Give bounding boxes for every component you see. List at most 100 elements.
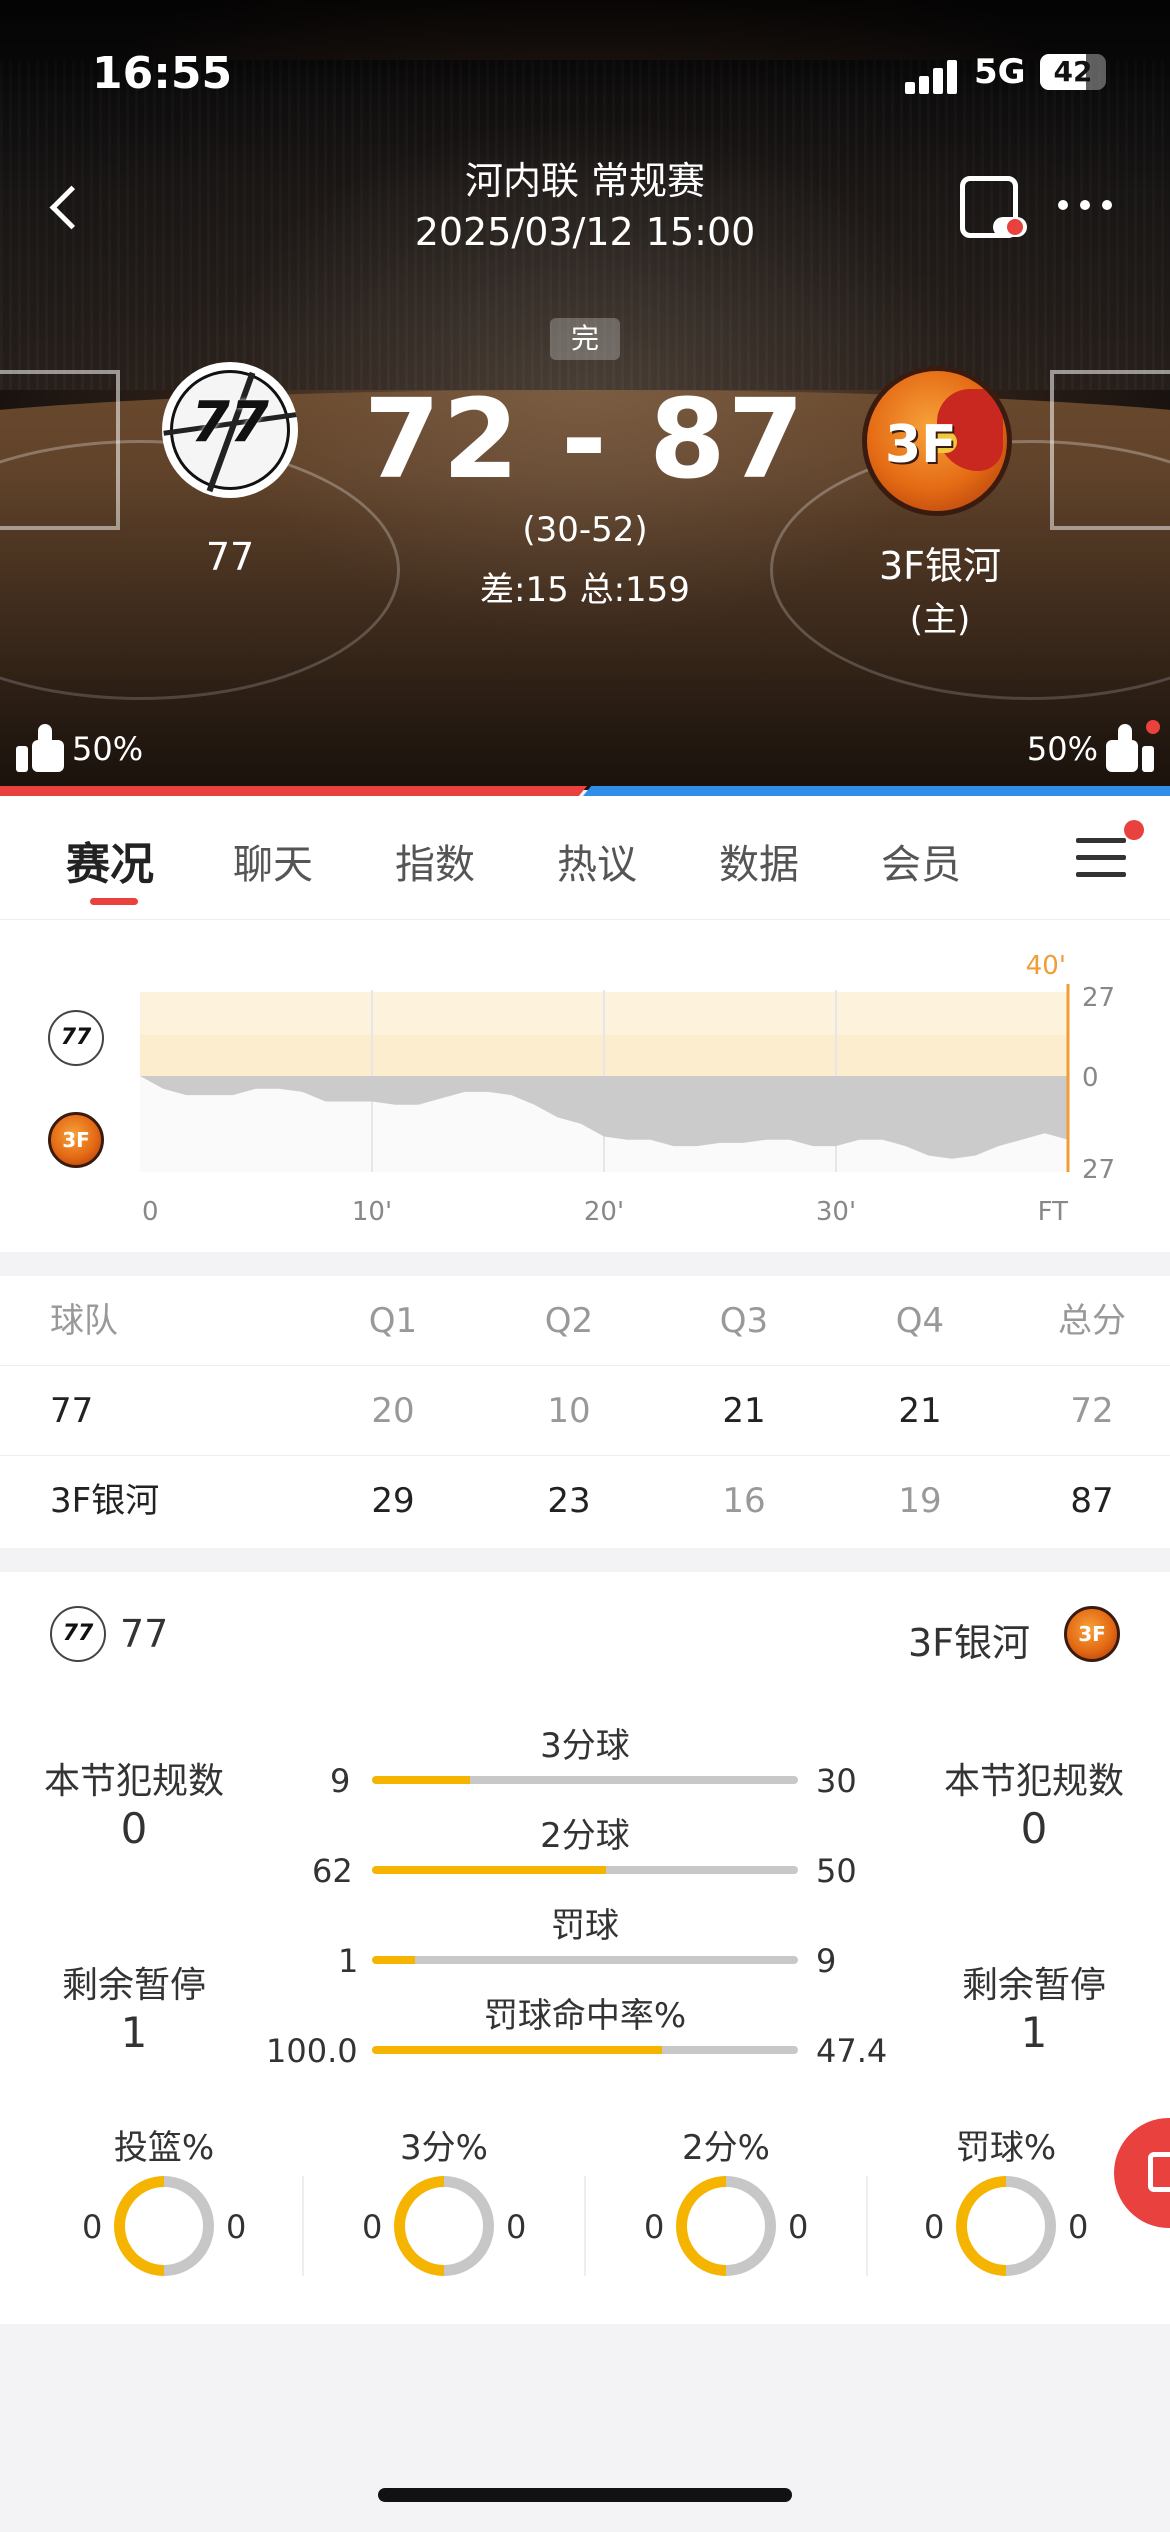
stat-left-ft-pct: 100.0 [266,2032,358,2070]
ring-chart-2pt [676,2176,776,2276]
vote-right[interactable]: 50% [1021,720,1160,774]
home-team-mark: (主) [909,600,971,640]
tab-membership[interactable]: 会员 [881,832,961,890]
left-fouls-label: 本节犯规数 [43,1761,224,1802]
stats-team-77-logo: 77 [50,1606,106,1662]
vote-left[interactable]: 50% [16,724,149,774]
ring-chart-3pt [394,2176,494,2276]
ring-right-fg: 0 [226,2208,247,2246]
active-tab-indicator [90,898,138,905]
column-header: 总分 [1058,1301,1126,1341]
stat-right-2pt: 50 [816,1852,857,1890]
tab-bar: 赛况 聊天 指数 热议 数据 会员 [0,796,1170,920]
ring-label-3pt: 3分% [400,2128,488,2168]
right-fouls-value: 0 [1020,1804,1048,1853]
score-cell: 16 [722,1481,766,1521]
table-header-row: 球队 Q1 Q2 Q3 Q4 总分 [0,1276,1170,1366]
stat-bar-3pt [372,1776,798,1784]
team-3f-logo[interactable]: 3F [862,366,1012,516]
team-cell: 3F银河 [50,1481,160,1521]
battery-icon: 42 [1040,54,1106,90]
stat-bar-2pt-fill [372,1866,607,1874]
score-cell: 23 [547,1481,591,1521]
column-header: Q1 [368,1301,418,1341]
score-cell: 19 [898,1481,942,1521]
trend-y-tick-mid: 0 [1082,1063,1099,1093]
more-icon[interactable] [1058,200,1114,214]
tab-odds[interactable]: 指数 [395,832,475,890]
ring-left-fg: 0 [82,2208,103,2246]
trend-svg: 40' 27 0 27 0 10' 20' 30' FT [140,951,1115,1227]
divider [866,2176,868,2276]
table-row: 3F银河 29 23 16 19 87 [0,1456,1170,1546]
team-77-name[interactable]: 77 [130,535,330,579]
signal-icon [905,60,959,94]
match-status-badge: 完 [550,318,620,360]
vote-right-percent: 50% [1026,730,1098,768]
column-header: Q2 [544,1301,594,1341]
left-timeouts-value: 1 [120,2008,148,2057]
ring-right-2pt: 0 [788,2208,809,2246]
trend-x-tick-label: 0 [142,1197,159,1227]
divider [584,2176,586,2276]
trend-y-tick-bottom: 27 [1082,1155,1115,1185]
left-fouls-value: 0 [120,1804,148,1853]
menu-notification-dot [1124,820,1144,840]
stats-team-3f-logo: 3F [1064,1606,1120,1662]
stat-bar-ft [372,1956,798,1964]
ring-left-3pt: 0 [362,2208,383,2246]
home-indicator[interactable] [378,2488,792,2502]
ring-label-ft: 罚球% [955,2128,1057,2168]
team-cell: 77 [50,1391,94,1431]
tab-data[interactable]: 数据 [719,832,799,890]
stat-bar-ft-pct-fill [372,2046,662,2054]
menu-icon[interactable] [1076,838,1126,878]
phone-live-icon[interactable] [960,176,1027,238]
table-row: 77 20 10 21 21 72 [0,1366,1170,1456]
score-cell: 20 [371,1391,415,1431]
ring-label-2pt: 2分% [682,2128,770,2168]
ring-label-fg: 投篮% [113,2128,215,2168]
score-cell: 21 [722,1391,766,1431]
quarter-score-table: 球队 Q1 Q2 Q3 Q4 总分 77 20 10 21 21 72 3F银河… [0,1276,1170,1548]
app-root: 16:55 5G 42 河内联 常规赛 2025/03/12 15:00 完 7… [0,0,1170,2532]
left-timeouts-label: 剩余暂停 [61,1965,206,2006]
stat-right-3pt: 30 [816,1762,857,1800]
stat-right-ft: 9 [816,1942,837,1980]
stat-title-3pt: 3分球 [540,1726,630,1766]
trend-x-tick-label: 10' [352,1197,392,1227]
stat-title-ft-pct: 罚球命中率% [483,1996,687,2036]
total-cell: 87 [1070,1481,1114,1521]
trend-y-tick-top: 27 [1082,983,1115,1013]
notification-dot [1146,720,1160,734]
tab-live[interactable]: 赛况 [66,828,154,892]
vote-left-percent: 50% [72,730,144,768]
right-fouls-label: 本节犯规数 [943,1761,1124,1802]
trend-x-tick-label: FT [1038,1197,1068,1227]
stat-left-ft: 1 [338,1942,359,1980]
tab-chat[interactable]: 聊天 [233,832,313,890]
network-type: 5G [974,52,1026,92]
stat-bar-3pt-fill [372,1776,470,1784]
stat-right-ft-pct: 47.4 [816,2032,888,2070]
divider [302,2176,304,2276]
score-cell: 29 [371,1481,415,1521]
vote-share-left [0,786,587,796]
thumbs-up-icon[interactable] [1104,724,1154,774]
ring-chart-ft [956,2176,1056,2276]
thumbs-up-icon[interactable] [16,724,66,774]
total-cell: 72 [1070,1391,1114,1431]
vote-share-bar [0,786,1170,796]
battery-level: 42 [1053,55,1093,88]
score-cell: 21 [898,1391,942,1431]
status-time: 16:55 [92,48,233,99]
vote-share-right [583,786,1170,796]
team-77-logo[interactable]: 77 [162,362,298,498]
stats-left-team-name: 77 [120,1612,169,1656]
tab-discussion[interactable]: 热议 [557,832,637,890]
ring-left-2pt: 0 [644,2208,665,2246]
status-bar: 16:55 5G 42 [0,40,1170,110]
stat-title-ft: 罚球 [551,1906,619,1946]
ring-right-3pt: 0 [506,2208,527,2246]
team-3f-name[interactable]: 3F银河 [840,535,1040,590]
